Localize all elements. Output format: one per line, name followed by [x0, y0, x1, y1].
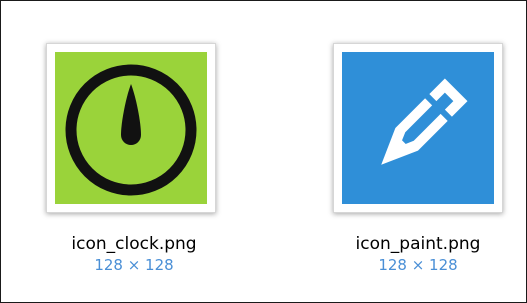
file-name[interactable]: icon_clock.png — [24, 234, 244, 254]
file-name[interactable]: icon_paint.png — [308, 234, 527, 254]
file-browser-window: icon_clock.png 128 × 128 icon_paint.png … — [0, 0, 527, 303]
file-dimensions: 128 × 128 — [378, 256, 458, 274]
file-dimensions: 128 × 128 — [94, 256, 174, 274]
paint-pencil-icon — [342, 52, 494, 204]
file-thumbnail[interactable] — [46, 43, 216, 213]
clock-icon — [55, 52, 207, 204]
file-thumbnail[interactable] — [333, 43, 503, 213]
